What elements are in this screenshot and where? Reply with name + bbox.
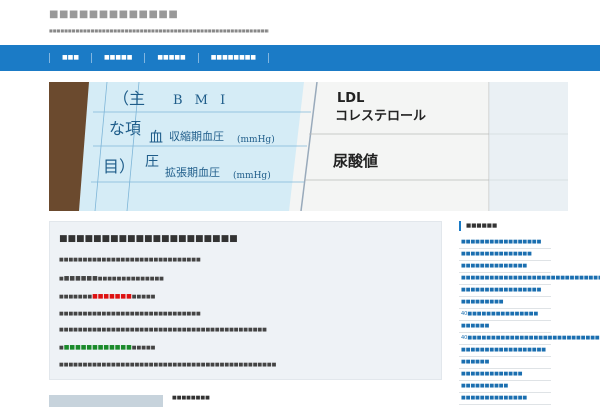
- hero-diastolic: 拡張期血圧: [165, 165, 220, 179]
- sidebar-link-7[interactable]: 40■■■■■■■■■■■■■■■: [459, 309, 551, 321]
- hero-unit-1: (mmHg): [237, 134, 275, 145]
- post-thumbnail[interactable]: [49, 395, 163, 407]
- nav-items: ■■■ ■■■■■ ■■■■■ ■■■■■■■■: [49, 45, 270, 71]
- intro-line-4-text: ■■■■■■■■■■■■■■■■■■■■■■■■■■■■■■: [59, 311, 201, 317]
- hero-blood: 血: [149, 130, 163, 146]
- intro-line-3-post: ■■■■■: [131, 294, 156, 300]
- sidebar: ■■■■■■ ■■■■■■■■■■■■■■■■■ ■■■■■■■■■■■■■■■…: [459, 221, 600, 405]
- site-description: ■■■■■■■■■■■■■■■■■■■■■■■■■■■■■■■■■■■■■■■■…: [49, 28, 269, 33]
- site-title[interactable]: ■■■■■■■■■■■■■: [49, 9, 178, 20]
- intro-line-1-text: ■■■■■■■■■■■■■■■■■■■■■■■■■■■■■■: [59, 257, 201, 263]
- nav-item-3[interactable]: ■■■■■: [144, 53, 197, 63]
- sidebar-link-13[interactable]: ■■■■■■■■■■: [459, 381, 551, 393]
- sidebar-link-12[interactable]: ■■■■■■■■■■■■■: [459, 369, 551, 381]
- intro-line-7: ■■■■■■■■■■■■■■■■■■■■■■■■■■■■■■■■■■■■■■■■…: [59, 362, 276, 368]
- nav-item-4[interactable]: ■■■■■■■■: [197, 53, 270, 63]
- sidebar-link-6[interactable]: ■■■■■■■■■: [459, 297, 551, 309]
- main-navigation: ■■■ ■■■■■ ■■■■■ ■■■■■■■■: [0, 45, 600, 71]
- sidebar-link-5[interactable]: ■■■■■■■■■■■■■■■■■: [459, 285, 551, 297]
- intro-line-7-text: ■■■■■■■■■■■■■■■■■■■■■■■■■■■■■■■■■■■■■■■■…: [59, 362, 277, 368]
- hero-bmi: B M I: [173, 93, 229, 108]
- sidebar-link-1[interactable]: ■■■■■■■■■■■■■■■■■: [459, 237, 551, 249]
- health-checkup-form-illustration: （主 な項 目） B M I 血 圧 収縮期血圧 (mmHg) 拡張期血圧 (m…: [49, 82, 568, 211]
- hero-unit-2: (mmHg): [233, 170, 271, 181]
- sidebar-link-4[interactable]: ■■■■■■■■■■■■■■■■■■■■■■■■■■■■■■■■■: [459, 273, 600, 285]
- intro-line-6-post: ■■■■■: [131, 345, 156, 351]
- post-title[interactable]: ■■■■■■■■: [172, 395, 210, 401]
- sidebar-link-11[interactable]: ■■■■■■: [459, 357, 551, 369]
- intro-line-4: ■■■■■■■■■■■■■■■■■■■■■■■■■■■■■■: [59, 311, 201, 317]
- sidebar-link-8[interactable]: ■■■■■■: [459, 321, 551, 333]
- hero-uric: 尿酸値: [333, 152, 378, 170]
- hero-label-bot: 目）: [103, 157, 135, 176]
- hero-cholesterol: コレステロール: [335, 109, 426, 124]
- sidebar-link-14[interactable]: ■■■■■■■■■■■■■■: [459, 393, 551, 405]
- sidebar-link-9[interactable]: 40■■■■■■■■■■■■■■■■■■■■■■■■■■■■■■■■: [459, 333, 600, 345]
- intro-line-1: ■■■■■■■■■■■■■■■■■■■■■■■■■■■■■■: [59, 257, 201, 263]
- hero-ldl: LDL: [337, 91, 364, 106]
- hero-label-top: （主: [113, 89, 145, 108]
- nav-item-2[interactable]: ■■■■■: [91, 53, 144, 63]
- intro-line-6-highlight: ■■■■■■■■■■■■: [63, 344, 132, 351]
- intro-line-3-pre: ■■■■■■■: [59, 294, 93, 300]
- intro-line-6: ■■■■■■■■■■■■■■■■■■: [59, 344, 155, 351]
- right-column-shade: [489, 82, 568, 211]
- intro-line-2-emphasis: ■■■■■■: [63, 275, 98, 282]
- intro-line-2-post: ■■■■■■■■■■■■■■: [97, 276, 164, 282]
- intro-line-3-highlight: ■■■■■■■: [92, 293, 132, 300]
- sidebar-link-2[interactable]: ■■■■■■■■■■■■■■■: [459, 249, 551, 261]
- intro-line-5: ■■■■■■■■■■■■■■■■■■■■■■■■■■■■■■■■■■■■■■■■…: [59, 327, 267, 333]
- sidebar-link-3[interactable]: ■■■■■■■■■■■■■■: [459, 261, 551, 273]
- hero-systolic: 収縮期血圧: [169, 129, 224, 143]
- intro-line-2: ■■■■■■■■■■■■■■■■■■■■■: [59, 275, 164, 282]
- intro-heading: ■■■■■■■■■■■■■■■■■■■■■: [59, 234, 238, 244]
- sidebar-heading: ■■■■■■: [459, 221, 551, 231]
- nav-item-1[interactable]: ■■■: [49, 53, 91, 63]
- hero-image: （主 な項 目） B M I 血 圧 収縮期血圧 (mmHg) 拡張期血圧 (m…: [49, 82, 568, 211]
- intro-line-5-text: ■■■■■■■■■■■■■■■■■■■■■■■■■■■■■■■■■■■■■■■■…: [59, 327, 267, 333]
- sidebar-link-10[interactable]: ■■■■■■■■■■■■■■■■■■: [459, 345, 551, 357]
- hero-label-mid: な項: [109, 119, 141, 138]
- intro-box: ■■■■■■■■■■■■■■■■■■■■■ ■■■■■■■■■■■■■■■■■■…: [49, 221, 442, 380]
- intro-line-3: ■■■■■■■■■■■■■■■■■■■: [59, 293, 155, 300]
- hero-pressure: 圧: [145, 154, 159, 170]
